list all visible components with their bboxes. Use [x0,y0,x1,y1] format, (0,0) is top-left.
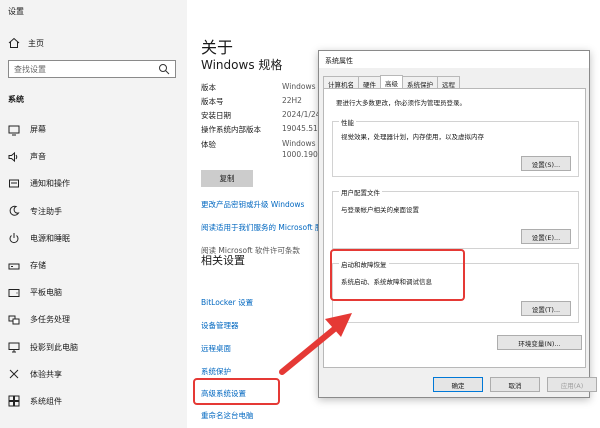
home-icon [8,37,20,49]
sidebar-item-label: 投影到此电脑 [30,342,78,352]
spec-label: 操作系统内部版本 [201,125,261,134]
spec-value: 19045.513 [282,124,323,133]
page-title: 关于 [201,38,234,57]
tablet-icon [8,287,20,299]
search-icon [158,63,170,75]
performance-group: 性能 视觉效果，处理器计划，内存使用，以及虚拟内存 设置(S)... [332,117,579,177]
search-input[interactable]: 查找设置 [8,60,176,78]
bitlocker-link[interactable]: BitLocker 设置 [201,297,253,308]
multitask-icon [8,314,20,326]
tab-advanced[interactable]: 高级 [380,75,403,88]
windows-spec-heading: Windows 规格 [201,58,283,72]
admin-note: 要进行大多数更改，你必须作为管理员登录。 [336,99,466,107]
project-icon [8,341,20,353]
device-manager-link[interactable]: 设备管理器 [201,320,239,331]
speaker-icon [8,151,20,163]
moon-icon [8,205,20,217]
advanced-tab-panel: 要进行大多数更改，你必须作为管理员登录。 性能 视觉效果，处理器计划，内存使用，… [323,88,586,368]
sidebar-item-share[interactable]: 体验共享 [8,361,178,388]
spec-label: 安装日期 [201,111,231,120]
sidebar-item-display[interactable]: 屏幕 [8,116,178,143]
sidebar-item-label: 电源和睡眠 [30,233,70,243]
remote-desktop-link[interactable]: 远程桌面 [201,343,231,354]
environment-variables-button[interactable]: 环境变量(N)... [497,335,582,350]
sidebar-item-label: 平板电脑 [30,288,62,298]
sidebar-item-label: 屏幕 [30,125,46,135]
components-icon [8,395,20,407]
user-profiles-group: 用户配置文件 与登录帐户相关的桌面设置 设置(E)... [332,187,579,249]
sidebar-item-focus[interactable]: 专注助手 [8,198,178,225]
sidebar-item-label: 多任务处理 [30,315,70,325]
user-profiles-settings-button[interactable]: 设置(E)... [521,229,571,244]
power-icon [8,232,20,244]
spec-value: Windows 1 [282,82,323,91]
tab-hardware[interactable]: 硬件 [358,76,381,89]
startup-recovery-settings-button[interactable]: 设置(T)... [521,301,571,316]
sidebar-item-multitask[interactable]: 多任务处理 [8,306,178,333]
sidebar-item-label: 通知和操作 [30,179,70,189]
section-system: 系统 [8,95,24,104]
sidebar-item-notifications[interactable]: 通知和操作 [8,170,178,197]
home-label: 主页 [28,38,44,48]
sidebar-item-project[interactable]: 投影到此电脑 [8,334,178,361]
rename-pc-link[interactable]: 重命名这台电脑 [201,410,254,421]
tab-remote[interactable]: 远程 [437,76,460,89]
sidebar-item-power[interactable]: 电源和睡眠 [8,225,178,252]
sidebar-item-components[interactable]: 系统组件 [8,388,178,415]
settings-sidebar: 设置 主页 查找设置 系统 屏幕 声音 通知和操作 专注助手 电源和睡眠 存储 … [0,0,187,428]
cancel-button[interactable]: 取消 [490,377,540,392]
group-desc: 与登录帐户相关的桌面设置 [341,206,419,214]
monitor-icon [8,124,20,136]
highlight-box [330,249,465,301]
sidebar-item-label: 系统组件 [30,396,62,406]
dialog-tabs: 计算机名 硬件 高级 系统保护 远程 [323,75,460,89]
spec-value: Windows F [282,139,323,148]
spec-label: 版本号 [201,97,224,106]
tab-computer-name[interactable]: 计算机名 [323,76,359,89]
group-title: 性能 [339,117,356,127]
spec-value: 22H2 [282,96,302,105]
dialog-title: 系统属性 [319,51,589,68]
system-protection-link[interactable]: 系统保护 [201,366,231,377]
related-settings-heading: 相关设置 [201,254,245,267]
spec-label: 体验 [201,140,216,149]
change-product-key-link[interactable]: 更改产品密钥或升级 Windows [201,199,304,210]
sidebar-item-sound[interactable]: 声音 [8,143,178,170]
highlight-box [193,378,280,405]
system-properties-dialog: 系统属性 计算机名 硬件 高级 系统保护 远程 要进行大多数更改，你必须作为管理… [318,50,597,398]
sidebar-item-label: 专注助手 [30,206,62,216]
notification-icon [8,178,20,190]
spec-label: 版本 [201,83,216,92]
apply-button[interactable]: 应用(A) [547,377,597,392]
group-title: 用户配置文件 [339,187,382,197]
sidebar-nav: 屏幕 声音 通知和操作 专注助手 电源和睡眠 存储 平板电脑 多任务处理 投影到… [8,116,178,415]
storage-icon [8,260,20,272]
tab-system-protection[interactable]: 系统保护 [402,76,438,89]
ok-button[interactable]: 确定 [433,377,483,392]
home-nav-item[interactable]: 主页 [8,37,44,49]
sidebar-item-label: 存储 [30,261,46,271]
spec-value: 2024/1/24 [282,110,321,119]
performance-settings-button[interactable]: 设置(S)... [521,156,571,171]
app-title: 设置 [8,7,24,16]
sidebar-item-tablet[interactable]: 平板电脑 [8,279,178,306]
copy-button[interactable]: 复制 [201,170,253,187]
search-placeholder: 查找设置 [14,64,46,74]
sidebar-item-label: 体验共享 [30,369,62,379]
share-icon [8,368,20,380]
sidebar-item-storage[interactable]: 存储 [8,252,178,279]
group-desc: 视觉效果，处理器计划，内存使用，以及虚拟内存 [341,133,484,141]
sidebar-item-label: 声音 [30,152,46,162]
